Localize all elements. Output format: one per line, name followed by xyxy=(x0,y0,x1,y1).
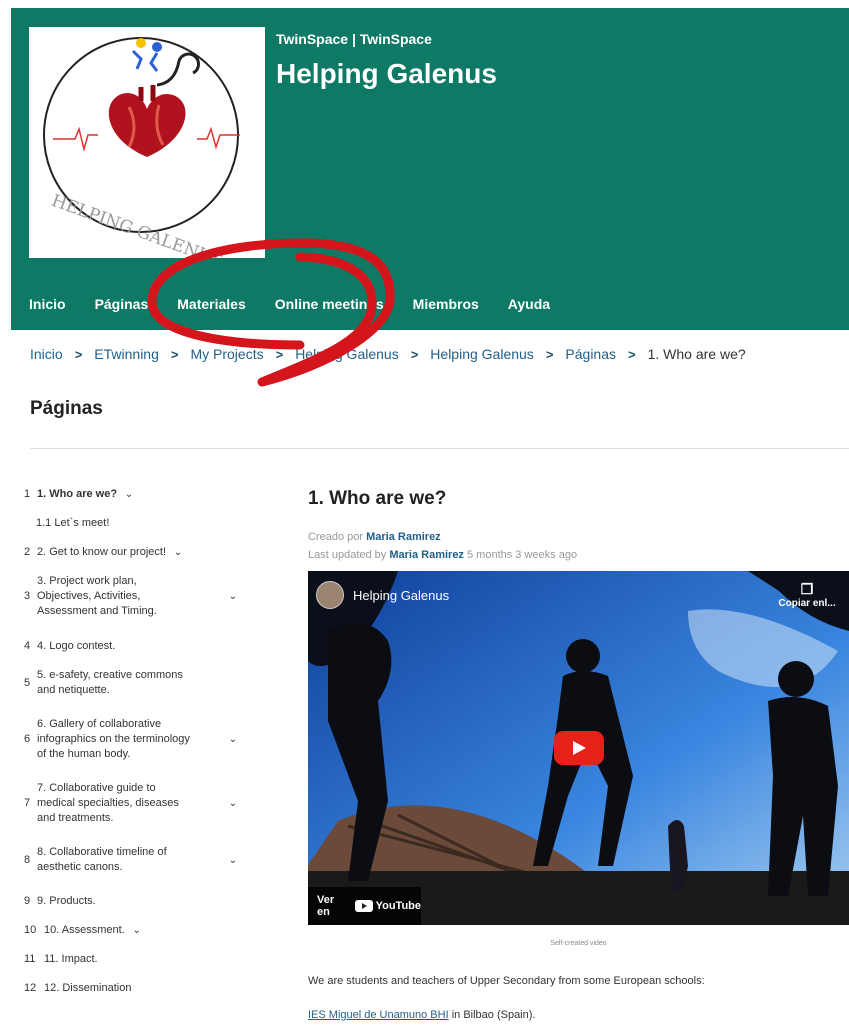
page-heading: Páginas xyxy=(30,398,103,419)
sidebar-item-label: 4. Logo contest. xyxy=(37,640,116,652)
video-title[interactable]: Helping Galenus xyxy=(353,588,449,603)
sidebar-item-number: 11 xyxy=(24,953,36,965)
sidebar-item[interactable]: 11 11. Impact. xyxy=(24,952,239,967)
sidebar-item[interactable]: 6 6. Gallery of collaborative infographics… xyxy=(24,717,239,762)
sidebar-item[interactable]: 5 5. e-safety, creative commons and netiqu… xyxy=(24,668,239,698)
breadcrumb-etwinning[interactable]: ETwinning xyxy=(94,346,159,362)
sidebar-item-number: 4 xyxy=(24,640,31,652)
sidebar-item[interactable]: 4 4. Logo contest. xyxy=(24,639,239,654)
nav-paginas[interactable]: Páginas xyxy=(95,296,149,320)
chevron-down-icon[interactable]: ⌄ xyxy=(227,589,239,604)
divider xyxy=(30,448,849,449)
main-nav: Inicio Páginas Materiales Online meeting… xyxy=(11,296,579,320)
sidebar-item-label: 10. Assessment. xyxy=(44,924,125,936)
sidebar-item-label: 12. Dissemination xyxy=(44,982,132,994)
author-link[interactable]: Maria Ramirez xyxy=(389,549,464,561)
article-title: 1. Who are we? xyxy=(308,488,447,509)
sidebar-item[interactable]: 8 8. Collaborative timeline of aesthetic c… xyxy=(24,845,239,875)
breadcrumb-current: 1. Who are we? xyxy=(647,346,746,362)
chevron-right-icon: > xyxy=(545,346,554,362)
sidebar-item[interactable]: 1 1. Who are we? ⌄ xyxy=(24,487,239,502)
youtube-icon xyxy=(355,900,373,912)
chevron-down-icon[interactable]: ⌄ xyxy=(123,487,135,502)
video-embed[interactable]: Helping Galenus ❐ Copiar enl... Ver en Y… xyxy=(308,571,849,925)
nav-inicio[interactable]: Inicio xyxy=(29,296,66,320)
sidebar-item-number: 9 xyxy=(24,895,31,907)
breadcrumb-paginas[interactable]: Páginas xyxy=(565,346,616,362)
chevron-right-icon: > xyxy=(275,346,284,362)
chevron-down-icon[interactable]: ⌄ xyxy=(227,732,239,747)
play-button[interactable] xyxy=(554,731,604,765)
sidebar-item[interactable]: 12 12. Dissemination xyxy=(24,981,239,996)
sidebar-item-label: 11. Impact. xyxy=(44,953,98,965)
sidebar-item-number: 12 xyxy=(24,982,37,994)
sidebar-item-number: 6 xyxy=(24,733,31,745)
sidebar-item-number: 10 xyxy=(24,924,37,936)
sidebar-item-label: 7. Collaborative guide to medical special… xyxy=(37,782,179,824)
chevron-right-icon: > xyxy=(170,346,179,362)
sidebar-item-number: 3 xyxy=(24,590,31,602)
copy-link-button[interactable]: ❐ Copiar enl... xyxy=(773,581,841,609)
chevron-right-icon: > xyxy=(628,346,636,362)
breadcrumb-my-projects[interactable]: My Projects xyxy=(190,346,263,362)
breadcrumb: Inicio > ETwinning > My Projects > Helpi… xyxy=(30,346,746,362)
chevron-right-icon: > xyxy=(74,346,83,362)
sidebar-item-label: 8. Collaborative timeline of aesthetic ca… xyxy=(37,846,167,873)
sidebar-item-number: 7 xyxy=(24,797,31,809)
project-logo[interactable]: HELPING GALENUS xyxy=(29,27,265,258)
nav-ayuda[interactable]: Ayuda xyxy=(508,296,550,320)
sidebar-item-number: 1 xyxy=(24,488,31,500)
sidebar-item-label: 1.1 Let`s meet! xyxy=(36,517,110,529)
sidebar-item-number: 2 xyxy=(24,546,31,558)
sidebar-item-label: 1. Who are we? xyxy=(37,488,118,500)
site-kicker[interactable]: TwinSpace | TwinSpace xyxy=(276,31,432,47)
sidebar-item[interactable]: 2 2. Get to know our project! ⌄ xyxy=(24,545,239,560)
breadcrumb-inicio[interactable]: Inicio xyxy=(30,346,63,362)
sidebar-item[interactable]: 1.1 Let`s meet! xyxy=(36,516,239,531)
sidebar-item-number: 8 xyxy=(24,853,31,866)
created-by: Creado por Maria Ramirez xyxy=(308,531,441,543)
sidebar-item[interactable]: 7 7. Collaborative guide to medical specia… xyxy=(24,781,239,826)
author-link[interactable]: Maria Ramirez xyxy=(366,531,441,543)
sidebar-item-label: 2. Get to know our project! xyxy=(37,546,167,558)
sidebar-item-label: 6. Gallery of collaborative infographics … xyxy=(37,718,190,760)
breadcrumb-helping-galenus-2[interactable]: Helping Galenus xyxy=(430,346,534,362)
intro-paragraph: We are students and teachers of Upper Se… xyxy=(308,975,705,987)
sidebar-item-number: 5 xyxy=(24,676,31,689)
sidebar-item[interactable]: 3 3. Project work plan, Objectives, Activi… xyxy=(24,574,239,619)
sidebar-item[interactable]: 10 10. Assessment. ⌄ xyxy=(24,923,239,938)
nav-miembros[interactable]: Miembros xyxy=(413,296,479,320)
school-link[interactable]: IES Miguel de Unamuno BHI xyxy=(308,1009,449,1021)
sidebar-item-label: 5. e-safety, creative commons and netique… xyxy=(37,669,183,696)
chevron-down-icon[interactable]: ⌄ xyxy=(172,545,184,560)
copy-icon: ❐ xyxy=(800,581,814,597)
site-header: HELPING GALENUS TwinSpace | TwinSpace He… xyxy=(11,8,849,330)
chevron-right-icon: > xyxy=(410,346,419,362)
watch-on-youtube-button[interactable]: Ver en YouTube xyxy=(308,887,421,925)
last-updated: Last updated by Maria Ramirez 5 months 3… xyxy=(308,549,578,561)
sidebar-item[interactable]: 9 9. Products. xyxy=(24,894,239,909)
chevron-down-icon[interactable]: ⌄ xyxy=(227,853,239,868)
logo-text: HELPING GALENUS xyxy=(49,191,226,258)
sidebar-item-label: 9. Products. xyxy=(37,895,96,907)
nav-materiales[interactable]: Materiales xyxy=(177,296,245,320)
chevron-down-icon[interactable]: ⌄ xyxy=(227,796,239,811)
video-caption: Self-created video xyxy=(550,940,607,947)
channel-avatar[interactable] xyxy=(316,581,344,609)
sidebar-item-label: 3. Project work plan, Objectives, Activit… xyxy=(37,575,157,617)
school-line: IES Miguel de Unamuno BHI in Bilbao (Spa… xyxy=(308,1009,536,1021)
site-title[interactable]: Helping Galenus xyxy=(276,58,497,90)
nav-online-meetings[interactable]: Online meetings xyxy=(275,296,384,320)
breadcrumb-helping-galenus[interactable]: Helping Galenus xyxy=(295,346,399,362)
chevron-down-icon[interactable]: ⌄ xyxy=(131,923,143,938)
